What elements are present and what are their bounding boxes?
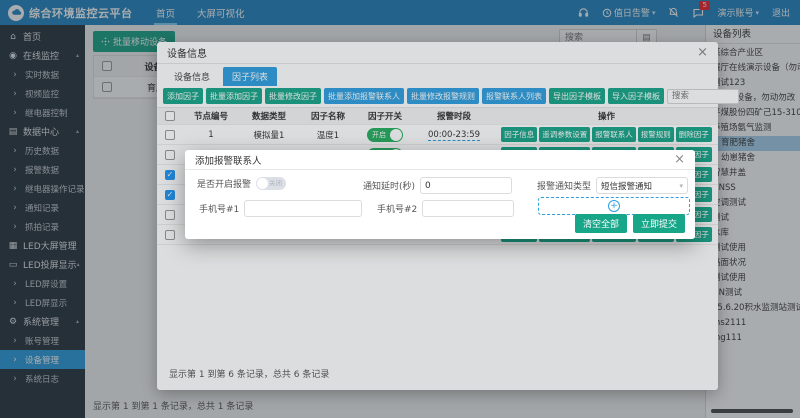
phone2-input[interactable] xyxy=(422,200,514,217)
alarm-type-value: 短信报警通知 xyxy=(601,180,652,192)
add-phone-button[interactable]: + xyxy=(538,197,690,215)
close-icon[interactable]: × xyxy=(674,153,685,166)
contact-modal-footer: 清空全部 立即提交 xyxy=(575,214,685,233)
phone1-label: 手机号#1 xyxy=(199,202,239,215)
chevron-down-icon: ▾ xyxy=(680,182,684,190)
alarm-type-label: 报警通知类型 xyxy=(537,179,591,192)
add-alarm-contact-title: 添加报警联系人 xyxy=(195,153,262,167)
plus-icon: + xyxy=(608,200,620,212)
phone2-label: 手机号#2 xyxy=(377,202,417,215)
phone1-input[interactable] xyxy=(244,200,362,217)
add-alarm-contact-modal: 添加报警联系人 × 是否开启报警 关闭 通知延时(秒) 报警通知类型 短信报警通… xyxy=(185,150,695,239)
submit-button[interactable]: 立即提交 xyxy=(633,214,685,233)
clear-all-button[interactable]: 清空全部 xyxy=(575,214,627,233)
alarm-type-select[interactable]: 短信报警通知 ▾ xyxy=(596,177,688,194)
app-root: 综合环境监控云平台 首页大屏可视化 值日告警 ▾ 5 演示账号 ▾ xyxy=(0,0,800,418)
toggle-knob xyxy=(257,178,268,189)
add-alarm-contact-header: 添加报警联系人 × xyxy=(185,150,695,170)
toggle-state-label: 关闭 xyxy=(269,179,282,187)
enable-alarm-toggle[interactable]: 关闭 xyxy=(256,177,286,190)
enable-alarm-label: 是否开启报警 xyxy=(197,177,251,190)
alarm-contact-form: 是否开启报警 关闭 通知延时(秒) 报警通知类型 短信报警通知 ▾ 手机号#1 xyxy=(185,170,695,216)
notify-delay-label: 通知延时(秒) xyxy=(363,179,415,192)
notify-delay-input[interactable] xyxy=(420,177,512,194)
